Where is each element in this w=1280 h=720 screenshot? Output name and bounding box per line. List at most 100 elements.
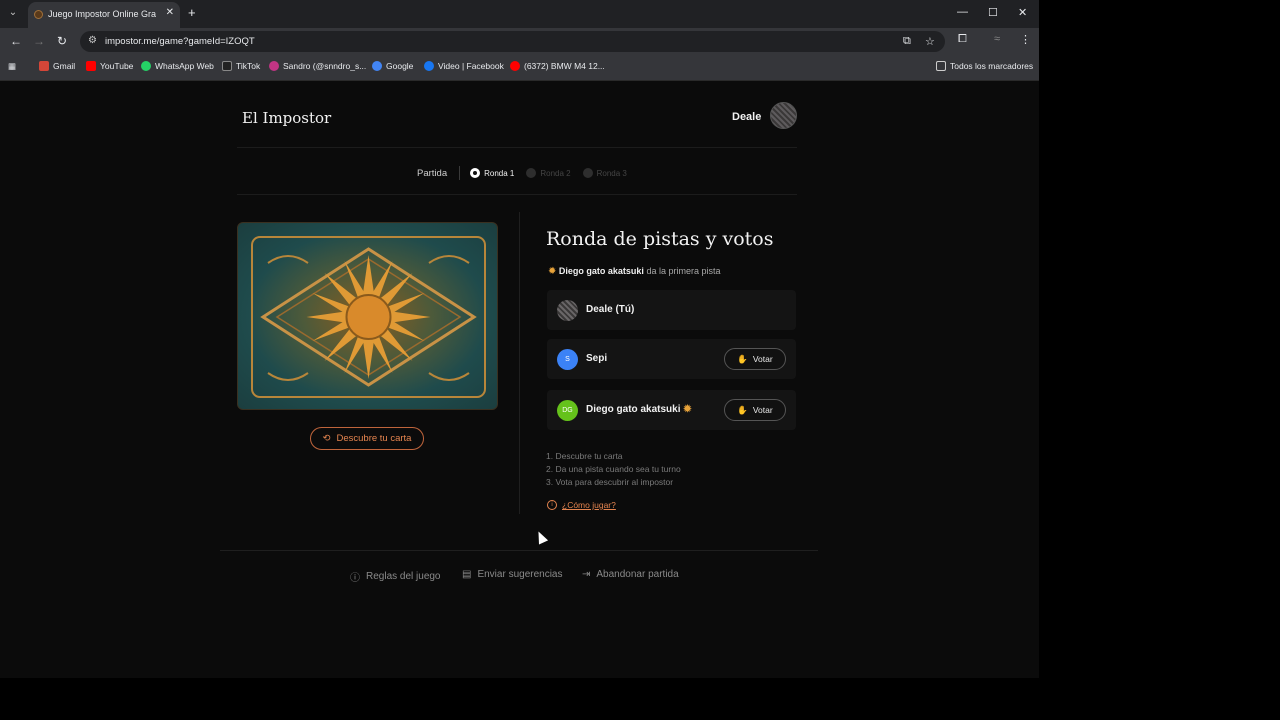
extensions-icon[interactable]: ⧠ bbox=[958, 33, 967, 46]
toolbar: ← → ↻ ⚙ impostor.me/game?gameId=IZOQT ⧉ … bbox=[0, 28, 1039, 55]
bookmark-youtube[interactable]: YouTube bbox=[86, 61, 133, 71]
clue-text: da la primera pista bbox=[646, 266, 721, 276]
all-bookmarks-folder[interactable]: Todos los marcadores bbox=[936, 61, 1033, 71]
player-name: Diego gato akatsuki ✹ bbox=[586, 404, 692, 415]
round-progress: Partida Ronda 1 Ronda 2 Ronda 3 bbox=[417, 166, 639, 180]
player-name-text: Diego gato akatsuki bbox=[586, 404, 681, 415]
mouse-cursor-icon bbox=[533, 529, 549, 545]
step-dot-icon bbox=[582, 168, 593, 178]
vote-button[interactable]: ✋ Votar bbox=[724, 399, 786, 421]
gmail-icon bbox=[39, 61, 49, 71]
brand-title[interactable]: El Impostor bbox=[242, 109, 331, 127]
browser-tab[interactable]: Juego Impostor Online Gratis - ✕ bbox=[28, 2, 180, 28]
card-back-image[interactable] bbox=[237, 222, 498, 410]
how-to-play-link[interactable]: i ¿Cómo jugar? bbox=[547, 500, 616, 510]
address-bar[interactable]: ⚙ impostor.me/game?gameId=IZOQT ⧉ ☆ bbox=[80, 31, 945, 52]
step-label: Ronda 1 bbox=[484, 168, 515, 178]
user-avatar[interactable] bbox=[770, 102, 797, 129]
header-divider bbox=[237, 147, 797, 148]
suggestions-label: Enviar sugerencias bbox=[477, 569, 563, 580]
progress-separator bbox=[459, 166, 461, 180]
tiktok-icon bbox=[222, 61, 232, 71]
folder-icon bbox=[936, 61, 946, 71]
back-icon[interactable]: ← bbox=[10, 34, 22, 48]
avatar: DG bbox=[557, 400, 578, 421]
close-tab-icon[interactable]: ✕ bbox=[166, 7, 174, 18]
url-text: impostor.me/game?gameId=IZOQT bbox=[105, 36, 255, 47]
profile-icon[interactable]: ≈ bbox=[994, 33, 1000, 45]
facebook-icon bbox=[424, 61, 434, 71]
google-icon bbox=[372, 61, 382, 71]
install-icon[interactable]: ⧉ bbox=[903, 35, 911, 48]
apps-icon[interactable]: ▦ bbox=[8, 61, 16, 72]
bookmarks-bar: ▦ Gmail YouTube WhatsApp Web TikTok Sand… bbox=[0, 55, 1039, 81]
suggestions-link[interactable]: ▤ Enviar sugerencias bbox=[462, 569, 563, 580]
vote-label: Votar bbox=[752, 405, 773, 415]
bookmark-label: Sandro (@snndro_s... bbox=[283, 61, 367, 71]
bookmark-label: Gmail bbox=[53, 61, 76, 71]
bookmark-whatsapp[interactable]: WhatsApp Web bbox=[141, 61, 214, 71]
hand-icon: ✋ bbox=[737, 353, 748, 364]
sun-card-art bbox=[251, 236, 486, 398]
tab-title: Juego Impostor Online Gratis - bbox=[48, 9, 156, 19]
discover-card-button[interactable]: ⟲ Descubre tu carta bbox=[310, 427, 424, 450]
hand-icon: ✋ bbox=[737, 404, 748, 415]
bookmark-google[interactable]: Google bbox=[372, 61, 413, 71]
step-label: Ronda 3 bbox=[596, 168, 627, 178]
bookmark-label: YouTube bbox=[100, 61, 134, 71]
vote-label: Votar bbox=[752, 354, 773, 364]
clue-player-name: Diego gato akatsuki bbox=[558, 266, 644, 276]
whatsapp-icon bbox=[141, 61, 151, 71]
sun-icon: ✹ bbox=[548, 266, 557, 277]
avatar: S bbox=[557, 349, 578, 370]
how-to-play-label: ¿Cómo jugar? bbox=[562, 500, 616, 510]
close-window-icon[interactable]: ✕ bbox=[1018, 6, 1027, 19]
menu-icon[interactable]: ⋮ bbox=[1020, 33, 1031, 46]
bookmark-facebook[interactable]: Video | Facebook bbox=[424, 61, 504, 71]
info-icon: ⓘ bbox=[350, 573, 360, 584]
refresh-icon: ⟲ bbox=[322, 433, 331, 444]
progress-divider bbox=[237, 194, 797, 195]
bookmark-bmw-video[interactable]: (6372) BMW M4 12... bbox=[510, 61, 605, 71]
game-page: El Impostor Deale Partida Ronda 1 Ronda … bbox=[0, 81, 1039, 678]
message-icon: ▤ bbox=[462, 569, 472, 580]
sun-icon: ✹ bbox=[683, 404, 692, 415]
rules-label: Reglas del juego bbox=[366, 571, 441, 582]
minimize-icon[interactable]: — bbox=[957, 6, 968, 18]
bookmark-label: Todos los marcadores bbox=[950, 61, 1034, 71]
column-divider bbox=[519, 212, 520, 514]
bookmark-label: WhatsApp Web bbox=[155, 61, 214, 71]
match-label: Partida bbox=[417, 167, 448, 179]
step-round-1: Ronda 1 bbox=[470, 168, 514, 178]
site-info-icon[interactable]: ⚙ bbox=[88, 35, 97, 46]
bookmark-label: Google bbox=[386, 61, 414, 71]
player-row-diego: DG Diego gato akatsuki ✹ ✋ Votar bbox=[547, 390, 796, 430]
bookmark-star-icon[interactable]: ☆ bbox=[925, 35, 935, 48]
leave-label: Abandonar partida bbox=[596, 569, 679, 580]
user-name: Deale bbox=[732, 111, 762, 123]
reload-icon[interactable]: ↻ bbox=[57, 34, 67, 48]
info-icon: i bbox=[547, 500, 557, 510]
tab-strip: ⌄ Juego Impostor Online Gratis - ✕ + — ☐… bbox=[0, 0, 1039, 28]
avatar bbox=[557, 300, 578, 321]
step-round-2: Ronda 2 bbox=[526, 168, 571, 178]
player-name: Sepi bbox=[586, 353, 608, 364]
bookmark-gmail[interactable]: Gmail bbox=[39, 61, 75, 71]
step-dot-icon bbox=[526, 168, 537, 178]
round-title: Ronda de pistas y votos bbox=[546, 228, 774, 250]
bookmark-instagram[interactable]: Sandro (@snndro_s... bbox=[269, 61, 366, 71]
instruction-step: 3. Vota para descubrir al impostor bbox=[546, 477, 674, 487]
browser-window: ⌄ Juego Impostor Online Gratis - ✕ + — ☐… bbox=[0, 0, 1039, 678]
maximize-icon[interactable]: ☐ bbox=[988, 6, 998, 19]
vote-button[interactable]: ✋ Votar bbox=[724, 348, 786, 370]
exit-icon: ⇥ bbox=[582, 569, 591, 580]
tab-search-icon[interactable]: ⌄ bbox=[4, 4, 22, 22]
instagram-icon bbox=[269, 61, 279, 71]
forward-icon[interactable]: → bbox=[33, 34, 45, 48]
bookmark-tiktok[interactable]: TikTok bbox=[222, 61, 260, 71]
bookmark-label: (6372) BMW M4 12... bbox=[524, 61, 605, 71]
new-tab-icon[interactable]: + bbox=[188, 5, 196, 20]
leave-game-link[interactable]: ⇥ Abandonar partida bbox=[582, 569, 679, 580]
player-row-self: Deale (Tú) bbox=[547, 290, 796, 330]
rules-link[interactable]: ⓘ Reglas del juego bbox=[350, 569, 441, 584]
